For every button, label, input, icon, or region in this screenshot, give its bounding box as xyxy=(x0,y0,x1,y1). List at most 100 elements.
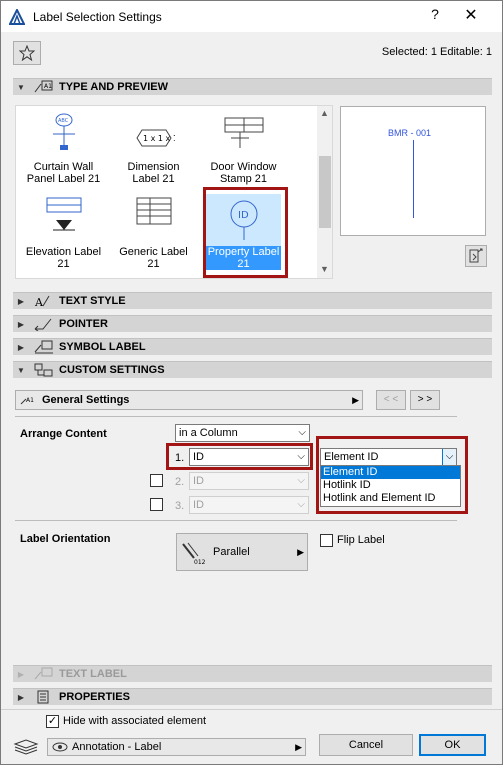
panel-title: TYPE AND PREVIEW xyxy=(59,81,168,93)
tile-generic-label[interactable]: Generic Label 21 xyxy=(106,194,201,274)
dimension-label-icon: 1 x 1 x 1 xyxy=(136,129,175,147)
collapse-arrow-icon: ▼ xyxy=(17,82,25,92)
content-row3-select[interactable]: ID ⌵ xyxy=(189,496,309,514)
arrange-content-select[interactable]: in a Column ⌵ xyxy=(175,424,310,442)
properties-icon xyxy=(37,690,49,704)
generic-label-icon xyxy=(136,197,172,225)
selected-info: Selected: 1 Editable: 1 xyxy=(381,46,492,58)
tile-label-line1: Generic Label xyxy=(119,246,188,258)
panel-text-label: ▶ TEXT LABEL xyxy=(13,665,492,682)
tile-label-line2: Label 21 xyxy=(132,173,175,185)
scroll-up-icon[interactable]: ▲ xyxy=(317,108,332,118)
label-type-icon: A1 xyxy=(34,80,53,93)
hide-with-element-checkbox[interactable]: ✓ xyxy=(46,715,59,728)
content-row2-select[interactable]: ID ⌵ xyxy=(189,472,309,490)
svg-text:A1: A1 xyxy=(44,83,52,90)
tile-label-line2: 21 xyxy=(57,258,70,270)
tile-highlight-frame xyxy=(203,187,288,278)
flip-label-checkbox[interactable] xyxy=(320,534,333,547)
chevron-down-icon: ⌵ xyxy=(297,475,305,486)
select-value: ID xyxy=(193,499,204,511)
title-bar: Label Selection Settings ? ✕ xyxy=(1,1,502,32)
panel-title: POINTER xyxy=(59,318,108,330)
tile-label-line2: Panel Label 21 xyxy=(26,173,101,185)
next-page-button[interactable]: > > xyxy=(410,390,440,410)
preview-pointer-line xyxy=(413,140,414,218)
row2-checkbox[interactable] xyxy=(150,474,163,487)
layers-icon xyxy=(13,739,39,755)
chevron-down-icon: ⌵ xyxy=(298,427,306,438)
star-icon xyxy=(19,45,35,61)
row-number: 3. xyxy=(175,500,185,512)
tile-label-line1: Dimension xyxy=(127,161,180,173)
tile-curtain-wall-panel-label[interactable]: ABC Curtain Wall Panel Label 21 xyxy=(16,112,111,192)
curtain-wall-label-icon: ABC xyxy=(53,113,75,150)
panel-symbol-label[interactable]: ▶ SYMBOL LABEL xyxy=(13,338,492,355)
text-label-icon xyxy=(34,667,53,680)
section-title: General Settings xyxy=(42,394,130,406)
settings-page-icon: A1 xyxy=(20,397,34,405)
dropdown-highlight-frame xyxy=(316,436,468,514)
menu-arrow-icon: ▶ xyxy=(295,742,302,752)
row3-checkbox[interactable] xyxy=(150,498,163,511)
general-settings-selector[interactable]: A1 General Settings ▶ xyxy=(15,390,363,410)
layer-select[interactable]: Annotation - Label ▶ xyxy=(47,738,306,756)
text-style-icon: A xyxy=(34,295,50,308)
tile-door-window-stamp[interactable]: Door Window Stamp 21 xyxy=(196,112,291,192)
parallel-orientation-icon: 012 xyxy=(182,542,206,566)
tile-elevation-label[interactable]: Elevation Label 21 xyxy=(16,194,111,274)
tile-label-line2: Stamp 21 xyxy=(219,173,268,185)
preview-view-icon xyxy=(469,248,483,263)
section-menu-arrow-icon: ▶ xyxy=(352,394,359,405)
scroll-down-icon[interactable]: ▼ xyxy=(317,264,332,274)
scroll-thumb[interactable] xyxy=(319,156,331,228)
panel-properties[interactable]: ▶ PROPERTIES xyxy=(13,688,492,705)
flip-label-text: Flip Label xyxy=(337,534,385,546)
preview-options-button[interactable] xyxy=(465,245,487,267)
row-number: 2. xyxy=(175,476,185,488)
pointer-icon xyxy=(34,318,52,331)
prev-page-button[interactable]: < < xyxy=(376,390,406,410)
svg-text:ABC: ABC xyxy=(58,118,69,124)
archicad-app-icon xyxy=(9,9,25,25)
tile-dimension-label[interactable]: 1 x 1 x 1 Dimension Label 21 xyxy=(106,112,201,192)
gallery-scrollbar[interactable]: ▲ ▼ xyxy=(317,106,332,278)
svg-text:012: 012 xyxy=(194,559,206,566)
panel-title: TEXT LABEL xyxy=(59,668,127,680)
close-button[interactable]: ✕ xyxy=(459,5,483,27)
help-button[interactable]: ? xyxy=(423,6,447,26)
cancel-button[interactable]: Cancel xyxy=(319,734,413,756)
expand-arrow-icon: ▶ xyxy=(17,669,25,679)
orientation-value: Parallel xyxy=(213,546,250,558)
collapse-arrow-icon: ▼ xyxy=(17,365,25,375)
window-title: Label Selection Settings xyxy=(33,10,162,24)
row1-highlight-frame xyxy=(166,443,313,470)
tile-label-line1: Curtain Wall xyxy=(33,161,94,173)
orientation-button[interactable]: 012 Parallel ▶ xyxy=(176,533,308,571)
arrange-content-label: Arrange Content xyxy=(20,428,107,440)
panel-pointer[interactable]: ▶ POINTER xyxy=(13,315,492,332)
dimension-icon-text: 1 x 1 x 1 xyxy=(143,134,175,143)
label-preview: BMR - 001 xyxy=(340,106,486,236)
panel-type-preview[interactable]: ▼ A1 TYPE AND PREVIEW xyxy=(13,78,492,95)
door-window-stamp-icon xyxy=(224,117,264,148)
label-selection-settings-dialog: Label Selection Settings ? ✕ Selected: 1… xyxy=(0,0,503,765)
svg-text:A: A xyxy=(34,296,44,308)
expand-arrow-icon: ▶ xyxy=(17,692,25,702)
layer-value: Annotation - Label xyxy=(72,741,162,753)
favorites-button[interactable] xyxy=(13,41,41,65)
footer-divider xyxy=(1,709,502,710)
preview-text: BMR - 001 xyxy=(388,128,432,138)
ok-button[interactable]: OK xyxy=(419,734,486,756)
chevron-down-icon: ⌵ xyxy=(297,499,305,510)
divider xyxy=(15,520,457,521)
label-orientation-label: Label Orientation xyxy=(20,533,111,545)
panel-custom-settings[interactable]: ▼ CUSTOM SETTINGS xyxy=(13,361,492,378)
tile-label-line1: Door Window xyxy=(210,161,277,173)
tile-label-line2: 21 xyxy=(147,258,160,270)
menu-arrow-icon: ▶ xyxy=(297,547,304,557)
symbol-label-icon xyxy=(34,340,53,354)
eye-icon xyxy=(52,742,68,752)
panel-text-style[interactable]: ▶ A TEXT STYLE xyxy=(13,292,492,309)
tile-label-line1: Elevation Label xyxy=(25,246,102,258)
